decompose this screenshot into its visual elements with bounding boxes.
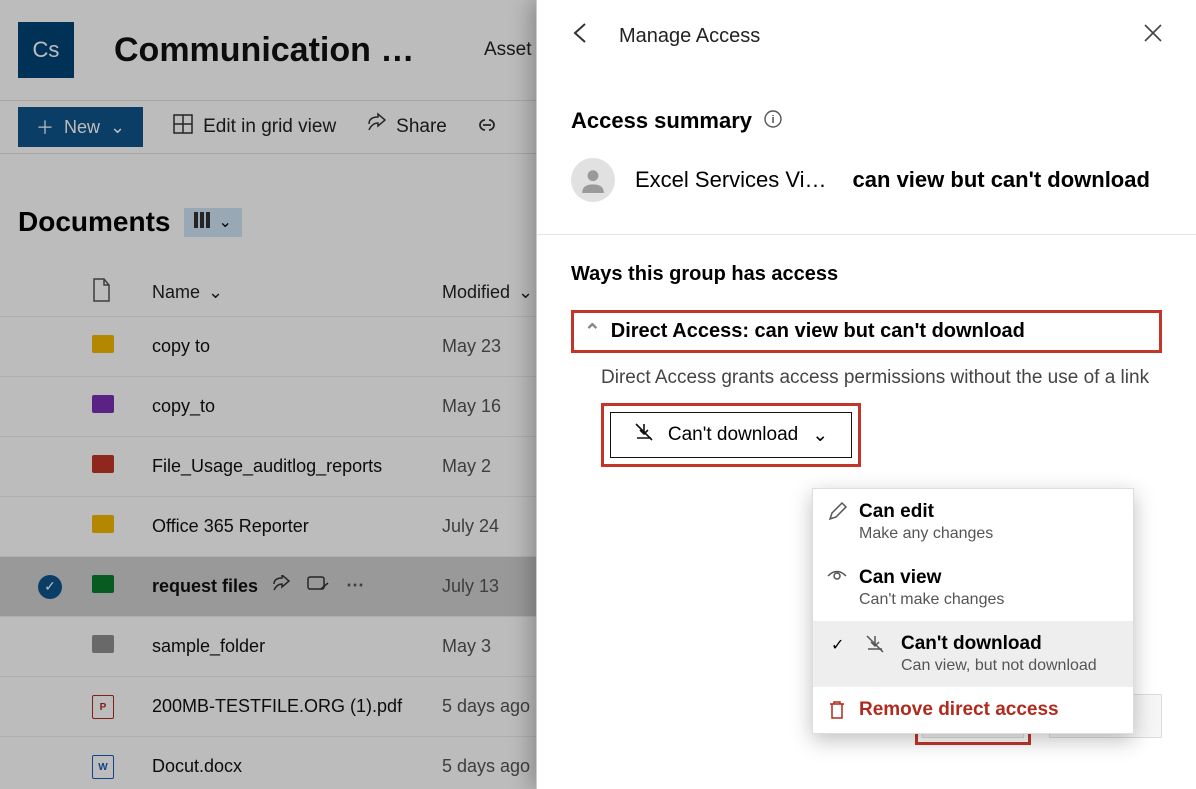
eye-icon [827, 569, 847, 583]
folder-icon [92, 515, 114, 533]
check-icon: ✓ [831, 635, 851, 655]
chevron-up-icon: ⌃ [584, 319, 601, 344]
folder-icon [92, 335, 114, 353]
folder-icon [92, 395, 114, 413]
folder-icon [92, 575, 114, 593]
file-type-column-icon[interactable] [92, 279, 152, 306]
info-icon[interactable]: i [764, 108, 782, 134]
view-switcher[interactable]: ⌄ [184, 208, 241, 237]
menu-item-can-edit[interactable]: Can edit Make any changes [813, 489, 1133, 555]
group-name: Excel Services Vi… [635, 167, 827, 193]
edit-in-grid-button[interactable]: Edit in grid view [173, 114, 336, 140]
avatar [571, 158, 615, 202]
site-title[interactable]: Communication sit… [114, 31, 424, 70]
word-icon: W [92, 755, 114, 779]
pdf-icon: P [92, 695, 114, 719]
new-button[interactable]: ＋ New ⌄ [18, 107, 143, 147]
site-tile[interactable]: Cs [18, 22, 74, 78]
topnav-item[interactable]: Asset r [484, 39, 543, 61]
chevron-down-icon: ⌄ [110, 117, 125, 138]
more-icon[interactable]: ⋯ [346, 575, 364, 598]
chevron-down-icon: ⌄ [518, 282, 533, 303]
chevron-down-icon: ⌄ [812, 424, 828, 447]
pencil-icon [827, 503, 847, 521]
panel-title: Manage Access [619, 25, 760, 48]
share-icon[interactable] [272, 575, 290, 598]
direct-access-toggle[interactable]: ⌃ Direct Access: can view but can't down… [571, 310, 1162, 353]
svg-text:i: i [771, 114, 774, 126]
divider [537, 234, 1196, 235]
group-row[interactable]: Excel Services Vi… can view but can't do… [571, 158, 1162, 202]
folder-icon [92, 635, 114, 653]
no-download-icon [865, 635, 885, 653]
menu-item-can-view[interactable]: Can view Can't make changes [813, 555, 1133, 621]
chevron-down-icon: ⌄ [218, 212, 231, 232]
menu-item-remove-access[interactable]: Remove direct access [813, 687, 1133, 733]
tiles-icon [194, 212, 212, 233]
direct-access-description: Direct Access grants access permissions … [571, 367, 1162, 389]
highlight-box: Can't download ⌄ [601, 403, 861, 467]
link-icon [477, 116, 497, 138]
name-column-header[interactable]: Name⌄ [152, 282, 442, 303]
ways-heading: Ways this group has access [571, 263, 1162, 286]
permission-dropdown-button[interactable]: Can't download ⌄ [610, 412, 852, 458]
back-button[interactable] [571, 22, 593, 50]
trash-icon [827, 701, 847, 719]
grid-icon [173, 114, 193, 140]
menu-item-cant-download[interactable]: ✓ Can't download Can view, but not downl… [813, 621, 1133, 687]
plus-icon: ＋ [36, 114, 54, 140]
chevron-down-icon: ⌄ [208, 282, 223, 303]
selection-check-icon[interactable]: ✓ [38, 575, 62, 599]
share-button[interactable]: Share [366, 114, 447, 140]
copy-link-button[interactable] [477, 116, 497, 138]
no-download-icon [634, 422, 654, 448]
folder-icon [92, 455, 114, 473]
permission-menu: Can edit Make any changes Can view Can't… [812, 488, 1134, 734]
close-button[interactable] [1144, 24, 1162, 48]
group-permission: can view but can't download [853, 167, 1162, 193]
access-summary-heading: Access summary i [571, 108, 1162, 134]
share-icon [366, 114, 386, 140]
shortcut-icon[interactable] [308, 575, 328, 598]
